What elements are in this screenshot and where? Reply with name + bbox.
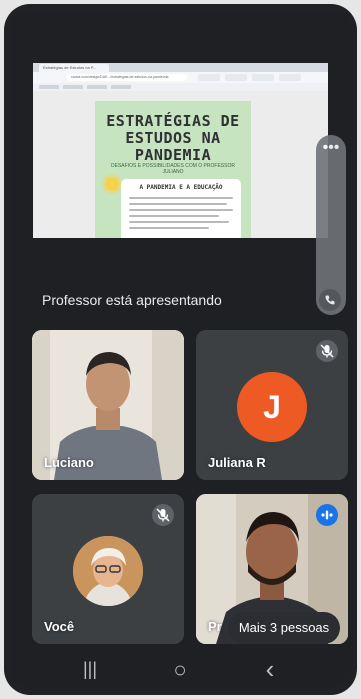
participant-tile[interactable]: Luciano [32, 330, 184, 480]
text-line [129, 197, 233, 199]
browser-toolbar-item [198, 74, 220, 81]
participant-tile[interactable]: J Juliana R [196, 330, 348, 480]
presenting-status: Professor está apresentando [42, 292, 222, 308]
participant-name: Juliana R [208, 455, 266, 470]
mic-off-icon [152, 504, 174, 526]
poster: ESTRATÉGIAS DE ESTUDOS NA PANDEMIA DESAF… [95, 101, 251, 238]
browser-toolbar-item [279, 74, 301, 81]
browser-address-bar: canva.com/design/DAE.../estrategias-de-e… [33, 72, 328, 83]
poster-title: ESTRATÉGIAS DE ESTUDOS NA PANDEMIA [106, 112, 240, 164]
browser-toolbar-item [225, 74, 247, 81]
browser-bookmarks-bar [33, 83, 328, 91]
side-controls: ••• [316, 135, 346, 315]
browser-page: ESTRATÉGIAS DE ESTUDOS NA PANDEMIA DESAF… [33, 91, 328, 238]
participant-name: Pr [208, 619, 222, 634]
bookmark [39, 85, 59, 89]
phone-frame: Estratégias de Estudos na P... canva.com… [4, 4, 357, 695]
home-icon[interactable]: ○ [160, 652, 200, 687]
recent-apps-icon[interactable]: ||| [70, 652, 110, 687]
speaking-indicator-icon [316, 504, 338, 526]
avatar [73, 536, 143, 606]
system-nav-bar: ||| ○ ‹ [10, 652, 351, 687]
browser-tab: Estratégias de Estudos na P... [39, 64, 109, 72]
text-line [129, 203, 227, 205]
text-line [129, 221, 229, 223]
poster-box-title: A PANDEMIA E A EDUCAÇÃO [139, 184, 223, 191]
bookmark [87, 85, 107, 89]
text-line [129, 215, 219, 217]
sun-icon [105, 177, 119, 191]
bookmark [111, 85, 131, 89]
poster-subtitle: DESAFIOS E POSSIBILIDADES COM O PROFESSO… [111, 163, 235, 175]
shared-presentation[interactable]: Estratégias de Estudos na P... canva.com… [33, 63, 328, 238]
meet-screen: Estratégias de Estudos na P... canva.com… [10, 12, 351, 687]
back-icon[interactable]: ‹ [250, 652, 290, 687]
bookmark [63, 85, 83, 89]
text-line [129, 209, 233, 211]
poster-text-box: A PANDEMIA E A EDUCAÇÃO [121, 179, 241, 238]
browser-toolbar-item [252, 74, 274, 81]
browser-url: canva.com/design/DAE.../estrategias-de-e… [67, 74, 187, 81]
participant-name: Luciano [44, 455, 94, 470]
participant-tile[interactable]: Você [32, 494, 184, 644]
phone-icon[interactable] [319, 289, 341, 311]
participant-name: Você [44, 619, 75, 634]
browser-tab-strip: Estratégias de Estudos na P... [33, 63, 328, 72]
text-line [129, 227, 209, 229]
more-horizontal-icon[interactable]: ••• [316, 140, 346, 161]
mic-off-icon [316, 340, 338, 362]
more-people-button[interactable]: Mais 3 pessoas [228, 612, 340, 644]
avatar: J [237, 372, 307, 442]
